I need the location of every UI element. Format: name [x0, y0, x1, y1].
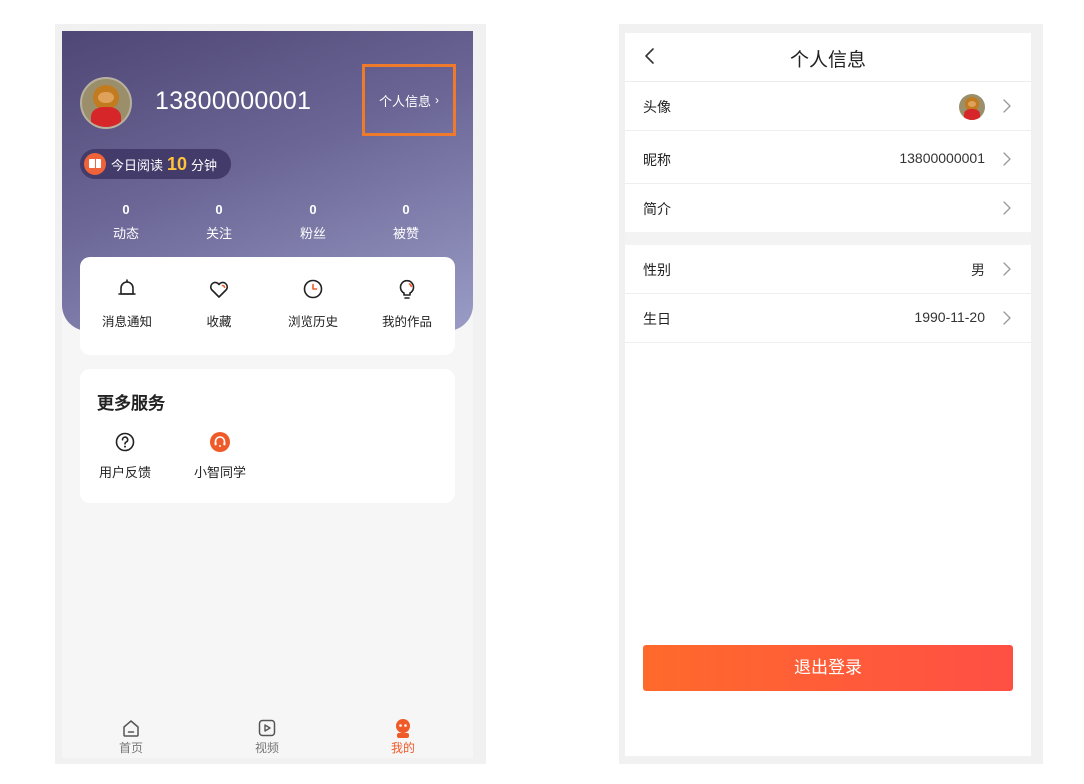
- service-label: 小智同学: [193, 465, 246, 480]
- reading-unit: 分钟: [191, 157, 218, 173]
- bottom-tab-bar: 首页 视频 我的: [62, 711, 473, 758]
- menu-label: 浏览历史: [287, 315, 338, 329]
- logout-button[interactable]: 退出登录: [643, 645, 1013, 691]
- stat-value: 0: [309, 202, 317, 217]
- chevron-right-icon: ›: [435, 93, 439, 107]
- menu-favorites[interactable]: 收藏: [176, 277, 262, 330]
- tab-mine[interactable]: 我的: [368, 717, 438, 756]
- mine-page: 13800000001 个人信息 › 今日阅读 10 分钟 0 动态 0 关注 …: [62, 31, 473, 758]
- stat-followers[interactable]: 0 粉丝: [283, 202, 343, 242]
- stat-label: 关注: [205, 226, 232, 241]
- row-label: 简介: [643, 201, 671, 217]
- row-value: 男: [971, 262, 985, 278]
- service-feedback[interactable]: 用户反馈: [90, 431, 160, 481]
- chevron-right-icon: [1003, 311, 1011, 325]
- video-icon: [258, 719, 276, 737]
- row-value: 13800000001: [899, 150, 985, 166]
- row-avatar[interactable]: 头像: [625, 82, 1031, 131]
- chevron-right-icon: [1003, 152, 1011, 166]
- row-nickname[interactable]: 昵称 13800000001: [625, 135, 1031, 184]
- avatar[interactable]: [80, 77, 132, 129]
- services-title: 更多服务: [97, 394, 165, 413]
- tab-label: 我的: [390, 741, 415, 755]
- home-icon: [123, 720, 139, 737]
- row-bio[interactable]: 简介: [625, 184, 1031, 233]
- service-assistant[interactable]: 小智同学: [185, 431, 255, 481]
- reading-time-badge: 今日阅读 10 分钟: [80, 149, 232, 179]
- row-label: 头像: [643, 99, 671, 115]
- menu-my-works[interactable]: 我的作品: [364, 277, 450, 330]
- menu-history[interactable]: 浏览历史: [270, 277, 356, 330]
- heart-icon: [209, 281, 229, 298]
- row-label: 昵称: [643, 152, 671, 168]
- section-divider: [625, 232, 1031, 245]
- chevron-right-icon: [1003, 99, 1011, 113]
- personal-info-label: 个人信息: [378, 93, 431, 109]
- stat-following[interactable]: 0 关注: [189, 202, 249, 242]
- tab-label: 视频: [254, 741, 279, 755]
- stat-likes[interactable]: 0 被赞: [376, 202, 436, 242]
- mine-icon: [396, 719, 410, 738]
- row-label: 性别: [643, 262, 671, 278]
- robot-icon: [210, 432, 230, 452]
- username: 13800000001: [155, 87, 312, 115]
- stat-posts[interactable]: 0 动态: [96, 202, 156, 242]
- left-phone-frame: 13800000001 个人信息 › 今日阅读 10 分钟 0 动态 0 关注 …: [55, 24, 486, 764]
- tab-video[interactable]: 视频: [232, 717, 302, 756]
- book-icon: [84, 153, 106, 175]
- bell-icon: [118, 279, 136, 295]
- quick-menu-card: 消息通知 收藏 浏览历史 我的作品: [80, 257, 455, 355]
- personal-info-link[interactable]: 个人信息 ›: [362, 64, 456, 136]
- row-birthday[interactable]: 生日 1990-11-20: [625, 294, 1031, 343]
- right-phone-frame: 个人信息 头像 昵称 13800000001 简介 性别 男 生日 1990-1…: [619, 24, 1043, 764]
- row-label: 生日: [643, 311, 671, 327]
- avatar-thumbnail: [959, 94, 985, 120]
- chevron-right-icon: [1003, 262, 1011, 276]
- question-icon: [115, 432, 135, 452]
- reading-minutes: 10: [167, 153, 188, 174]
- menu-label: 我的作品: [381, 315, 432, 329]
- nav-bar: 个人信息: [625, 33, 1031, 82]
- stat-label: 动态: [112, 226, 139, 241]
- page-title: 个人信息: [789, 50, 866, 71]
- row-value: 1990-11-20: [914, 309, 985, 325]
- reading-prefix: 今日阅读: [111, 157, 164, 173]
- stat-value: 0: [402, 202, 410, 217]
- tab-label: 首页: [118, 741, 143, 755]
- stat-value: 0: [215, 202, 223, 217]
- menu-notifications[interactable]: 消息通知: [84, 277, 170, 330]
- menu-label: 消息通知: [101, 315, 152, 329]
- bulb-icon: [399, 280, 415, 299]
- chevron-right-icon: [1003, 201, 1011, 215]
- row-gender[interactable]: 性别 男: [625, 245, 1031, 294]
- tab-home[interactable]: 首页: [96, 717, 166, 756]
- stat-label: 粉丝: [299, 226, 326, 241]
- personal-info-page: 个人信息 头像 昵称 13800000001 简介 性别 男 生日 1990-1…: [625, 33, 1031, 756]
- stat-label: 被赞: [392, 226, 419, 241]
- stat-value: 0: [122, 202, 130, 217]
- service-label: 用户反馈: [98, 465, 151, 480]
- menu-label: 收藏: [206, 315, 232, 329]
- clock-icon: [303, 279, 323, 299]
- more-services-card: 更多服务 用户反馈 小智同学: [80, 369, 455, 503]
